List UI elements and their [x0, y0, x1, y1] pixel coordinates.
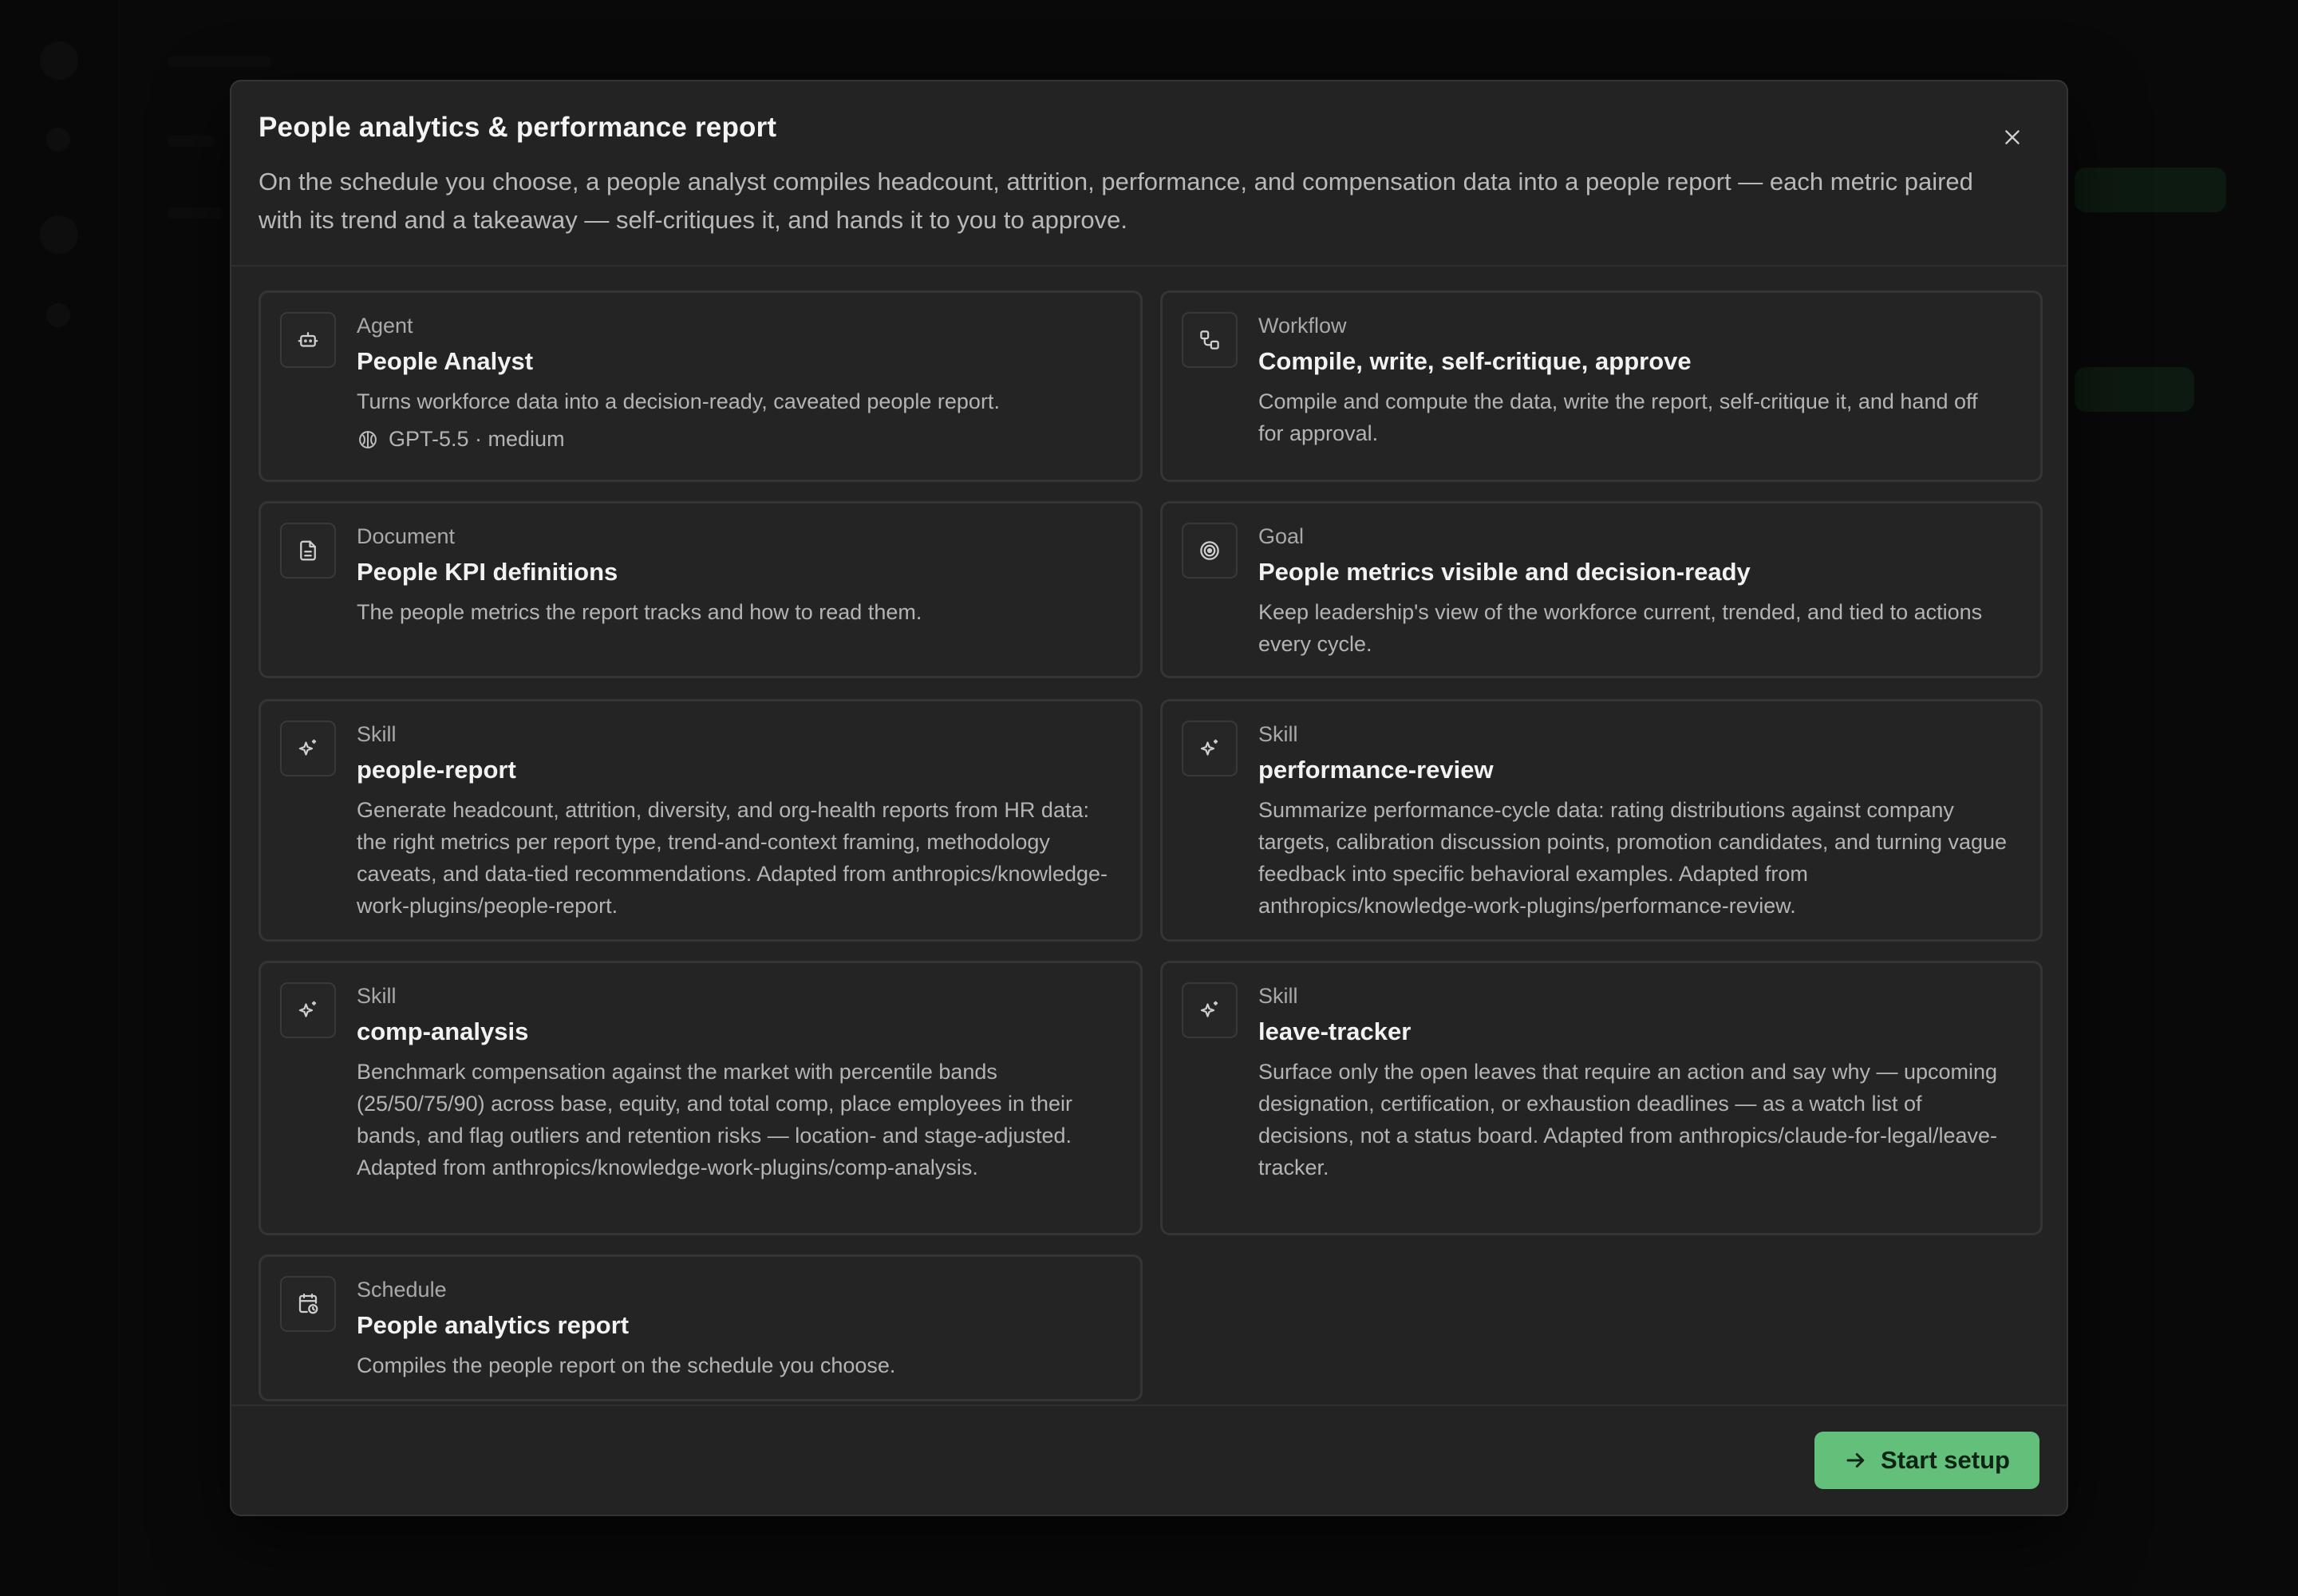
card-title: people-report [357, 756, 516, 784]
card-skill-leave-tracker[interactable]: Skill leave-tracker Surface only the ope… [1160, 961, 2043, 1235]
card-title: comp-analysis [357, 1017, 529, 1045]
workflow-icon [1200, 330, 1219, 350]
sparkle-icon [298, 1001, 316, 1017]
card-icon-box [1182, 982, 1238, 1038]
card-kind: Skill [357, 984, 397, 1008]
modal-title: People analytics & performance report [259, 112, 777, 143]
card-agent[interactable]: Agent People Analyst Turns workforce dat… [259, 290, 1143, 482]
card-description: Surface only the open leaves that requir… [1258, 1060, 1998, 1179]
card-description: Summarize performance-cycle data: rating… [1258, 798, 2008, 918]
card-description: Compile and compute the data, write the … [1258, 389, 1978, 445]
document-icon [300, 540, 316, 561]
card-title: People Analyst [357, 347, 534, 375]
start-setup-button[interactable]: Start setup [1814, 1432, 2039, 1489]
card-description: Turns workforce data into a decision-rea… [357, 389, 1000, 413]
card-icon-box [280, 312, 336, 368]
arrow-right-icon [1846, 1453, 1865, 1468]
card-title: People analytics report [357, 1311, 630, 1339]
card-title: People KPI definitions [357, 558, 618, 586]
card-icon-box [1182, 312, 1238, 368]
card-icon-box [280, 1276, 336, 1332]
card-icon-box [1182, 523, 1238, 579]
card-title: leave-tracker [1258, 1017, 1412, 1045]
sparkle-icon [1200, 1001, 1218, 1017]
card-title: performance-review [1258, 756, 1494, 784]
calendar-clock-icon [298, 1294, 318, 1314]
card-skill-comp-analysis[interactable]: Skill comp-analysis Benchmark compensati… [259, 961, 1143, 1235]
card-kind: Schedule [357, 1278, 447, 1302]
modal-footer: Start setup [231, 1404, 2067, 1515]
card-description: Benchmark compensation against the marke… [357, 1060, 1073, 1179]
card-kind: Workflow [1258, 314, 1347, 338]
card-kind: Goal [1258, 524, 1305, 548]
close-icon [2005, 130, 2020, 144]
card-skill-people-report[interactable]: Skill people-report Generate headcount, … [259, 699, 1143, 942]
target-icon [1200, 541, 1219, 560]
template-preview-modal: People analytics & performance report On… [230, 80, 2068, 1516]
card-model-meta: GPT-5.5 · medium [357, 427, 565, 452]
card-goal[interactable]: Goal People metrics visible and decision… [1160, 501, 2043, 678]
card-description: Generate headcount, attrition, diversity… [357, 798, 1108, 918]
card-workflow[interactable]: Workflow Compile, write, self-critique, … [1160, 290, 2043, 482]
robot-icon [298, 332, 318, 347]
card-kind: Skill [1258, 984, 1298, 1008]
card-kind: Skill [1258, 722, 1298, 746]
card-icon-box [280, 982, 336, 1038]
card-schedule[interactable]: Schedule People analytics report Compile… [259, 1254, 1143, 1401]
card-title: People metrics visible and decision-read… [1258, 558, 1751, 586]
modal-description: On the schedule you choose, a people ana… [259, 168, 1973, 234]
close-button[interactable] [1993, 118, 2031, 156]
modal-body: Agent People Analyst Turns workforce dat… [259, 290, 2043, 1483]
card-document[interactable]: Document People KPI definitions The peop… [259, 501, 1143, 678]
sparkle-icon [1200, 739, 1218, 756]
model-label: GPT-5.5 · medium [389, 427, 565, 451]
card-kind: Agent [357, 314, 413, 338]
card-kind: Document [357, 524, 456, 548]
card-icon-box [1182, 721, 1238, 776]
model-icon [359, 430, 377, 448]
card-icon-box [280, 523, 336, 579]
card-description: The people metrics the report tracks and… [357, 600, 922, 624]
start-setup-label: Start setup [1881, 1446, 2010, 1474]
card-icon-box [280, 721, 336, 776]
modal-header: People analytics & performance report On… [231, 81, 2067, 267]
card-title: Compile, write, self-critique, approve [1258, 347, 1692, 375]
card-skill-performance-review[interactable]: Skill performance-review Summarize perfo… [1160, 699, 2043, 942]
card-kind: Skill [357, 722, 397, 746]
card-description: Compiles the people report on the schedu… [357, 1353, 896, 1377]
card-description: Keep leadership's view of the workforce … [1258, 600, 1983, 656]
sparkle-icon [298, 739, 316, 756]
